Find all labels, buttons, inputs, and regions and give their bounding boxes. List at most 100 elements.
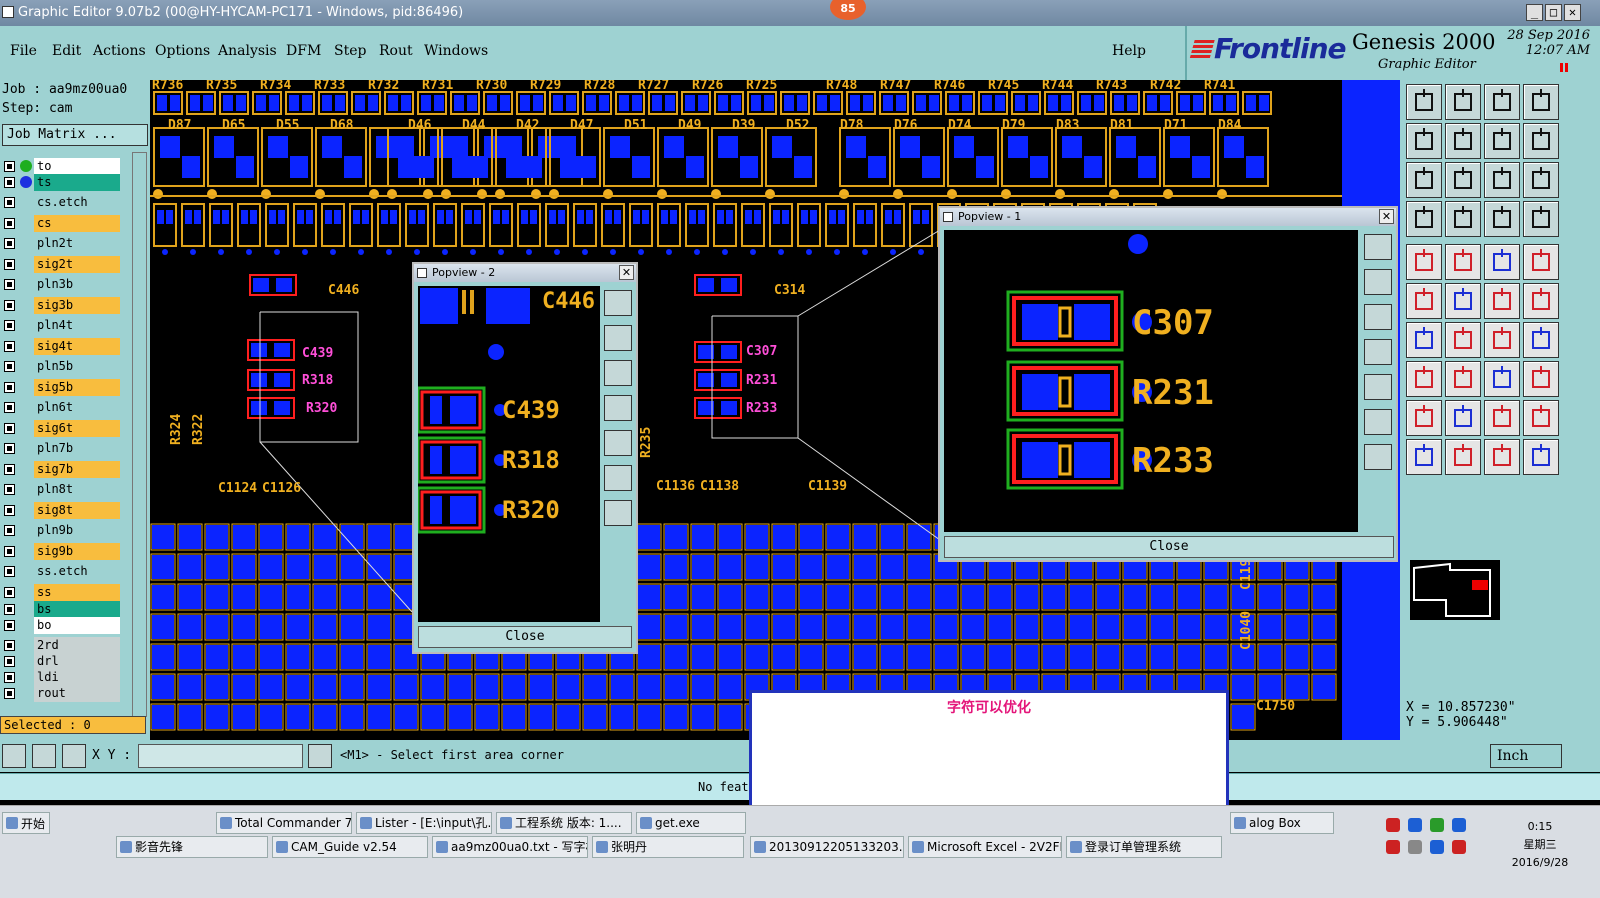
popview-tool-button[interactable] <box>604 465 632 491</box>
popview-tool-button[interactable] <box>604 325 632 351</box>
snap-center-icon[interactable] <box>1523 201 1559 237</box>
menu-windows[interactable]: Windows <box>424 43 488 59</box>
xy-input[interactable] <box>138 744 303 768</box>
popview-tool-button[interactable] <box>1364 234 1392 260</box>
layer-name[interactable]: sig8t <box>34 502 120 519</box>
layer-name[interactable]: pln4t <box>34 317 120 334</box>
task-rtf-file[interactable]: 20130912205133203.rtf... <box>750 836 904 858</box>
zoom-in-icon[interactable] <box>1406 123 1442 159</box>
layer-row-bo[interactable]: bo <box>2 617 120 634</box>
tray-icon[interactable] <box>1430 818 1444 832</box>
close-window-button[interactable]: ✕ <box>1564 4 1581 21</box>
tray-icon[interactable] <box>1386 840 1400 854</box>
layer-name[interactable]: ts <box>34 174 120 191</box>
layer-row-ss-etch[interactable]: ss.etch <box>2 563 120 580</box>
layer-row-to[interactable]: to <box>2 158 120 175</box>
tray-icon[interactable] <box>1452 840 1466 854</box>
measure-icon[interactable] <box>1523 123 1559 159</box>
layer-checkbox[interactable] <box>4 161 15 172</box>
layer-name[interactable]: bs <box>34 601 120 618</box>
layer-checkbox[interactable] <box>4 604 15 615</box>
popview-1-close-button[interactable]: Close <box>944 536 1394 558</box>
task-zhangmingdan[interactable]: 张明丹 <box>592 836 744 858</box>
task-lister[interactable]: Lister - [E:\input\孔... <box>356 812 492 834</box>
popview-tool-button[interactable] <box>1364 339 1392 365</box>
unit-select[interactable]: Inch <box>1490 744 1562 768</box>
cross-icon[interactable] <box>1445 283 1481 319</box>
layer-row-ss[interactable]: ss <box>2 584 120 601</box>
menu-dfm[interactable]: DFM <box>286 43 321 59</box>
layer-checkbox[interactable] <box>4 402 15 413</box>
polygon-icon[interactable] <box>1445 400 1481 436</box>
layer-name[interactable]: pln2t <box>34 235 120 252</box>
task-order-system[interactable]: 登录订单管理系统 <box>1066 836 1222 858</box>
job-matrix-button[interactable]: Job Matrix ... <box>2 124 148 146</box>
layer-name[interactable]: sig9b <box>34 543 120 560</box>
popview-1-view[interactable]: C307 R231 R233 <box>944 230 1358 532</box>
layer-checkbox[interactable] <box>4 546 15 557</box>
tray-icon[interactable] <box>1452 818 1466 832</box>
popview-tool-button[interactable] <box>604 500 632 526</box>
menu-edit[interactable]: Edit <box>52 43 81 59</box>
zoom-home-icon[interactable] <box>1406 84 1442 120</box>
layer-row-bs[interactable]: bs <box>2 601 120 618</box>
layer-name[interactable]: 2rd <box>34 637 120 654</box>
ruler-tool-icon[interactable] <box>1484 244 1520 280</box>
maximize-button[interactable]: □ <box>1545 4 1562 21</box>
nodes-icon[interactable] <box>1406 283 1442 319</box>
task-dialog-box[interactable]: alog Box <box>1230 812 1334 834</box>
angle-tool-button[interactable] <box>32 744 56 768</box>
layer-name[interactable]: cs.etch <box>34 194 120 211</box>
layer-row-pln3b[interactable]: pln3b <box>2 276 120 293</box>
task-total-commander[interactable]: Total Commander 7.0... <box>216 812 352 834</box>
snap-icon[interactable] <box>1484 201 1520 237</box>
step-icon[interactable] <box>1523 439 1559 475</box>
layer-checkbox[interactable] <box>4 656 15 667</box>
layer-name[interactable]: ss.etch <box>34 563 120 580</box>
layer-checkbox[interactable] <box>4 640 15 651</box>
menu-actions[interactable]: Actions <box>93 43 146 59</box>
dimension-icon[interactable] <box>1484 361 1520 397</box>
line-icon[interactable] <box>1445 244 1481 280</box>
fit-icon[interactable] <box>1523 84 1559 120</box>
feature-icon[interactable] <box>1406 361 1442 397</box>
layer-checkbox[interactable] <box>4 177 15 188</box>
layer-row-pln9b[interactable]: pln9b <box>2 522 120 539</box>
layer-checkbox[interactable] <box>4 300 15 311</box>
home-icon[interactable] <box>1484 84 1520 120</box>
zoom-back-icon[interactable] <box>1445 84 1481 120</box>
task-excel[interactable]: Microsoft Excel - 2V2FPS... <box>908 836 1062 858</box>
layer-checkbox[interactable] <box>4 688 15 699</box>
pick-icon[interactable] <box>1445 439 1481 475</box>
dash-icon[interactable] <box>1445 361 1481 397</box>
layer-checkbox[interactable] <box>4 566 15 577</box>
layer-name[interactable]: pln5b <box>34 358 120 375</box>
angle-icon[interactable] <box>1406 322 1442 358</box>
arrow-icon[interactable] <box>1406 439 1442 475</box>
pan-icon[interactable] <box>1484 123 1520 159</box>
rotate-icon[interactable] <box>1523 283 1559 319</box>
layer-row-sig7b[interactable]: sig7b <box>2 461 120 478</box>
layer-checkbox[interactable] <box>4 382 15 393</box>
pointer-icon[interactable] <box>1484 439 1520 475</box>
popview-2-close-button[interactable]: Close <box>418 626 632 648</box>
layer-checkbox[interactable] <box>4 341 15 352</box>
layer-row-sig8t[interactable]: sig8t <box>2 502 120 519</box>
layer-row-pln7b[interactable]: pln7b <box>2 440 120 457</box>
layer-row-pln6t[interactable]: pln6t <box>2 399 120 416</box>
layer-name[interactable]: cs <box>34 215 120 232</box>
menu-help[interactable]: Help <box>1112 43 1146 59</box>
layer-name[interactable]: ldi <box>34 669 120 686</box>
task-cam-guide[interactable]: CAM_Guide v2.54 <box>272 836 428 858</box>
layer-name[interactable]: ss <box>34 584 120 601</box>
layer-row-drl[interactable]: drl <box>2 653 120 670</box>
popview-tool-button[interactable] <box>604 360 632 386</box>
center-icon[interactable] <box>1445 162 1481 198</box>
layer-checkbox[interactable] <box>4 464 15 475</box>
ruler-icon[interactable] <box>1406 201 1442 237</box>
taskbar-clock[interactable]: 0:15 星期三 2016/9/28 <box>1500 818 1580 872</box>
layer-name[interactable]: sig5b <box>34 379 120 396</box>
layer-row-sig4t[interactable]: sig4t <box>2 338 120 355</box>
layer-scrollbar[interactable] <box>132 152 147 717</box>
layer-row-sig5b[interactable]: sig5b <box>2 379 120 396</box>
